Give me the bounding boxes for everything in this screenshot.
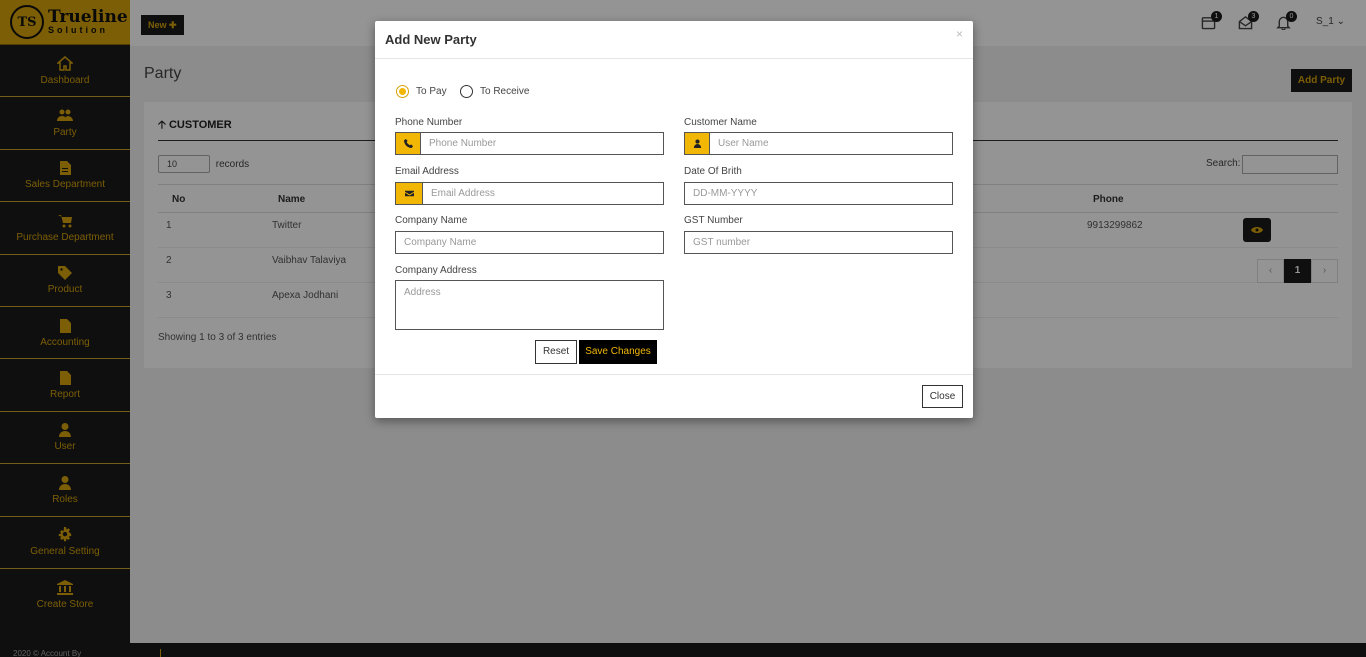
user-icon: [685, 133, 710, 154]
modal-title: Add New Party: [385, 32, 477, 47]
company-name-label: Company Name: [395, 215, 468, 226]
gst-label: GST Number: [684, 215, 743, 226]
radio-checked-icon: [396, 85, 409, 98]
add-party-modal: Add New Party × To Pay To Receive Phone …: [375, 21, 973, 418]
company-address-textarea[interactable]: Address: [395, 280, 664, 330]
close-button[interactable]: Close: [922, 385, 963, 408]
phone-label: Phone Number: [395, 117, 463, 128]
save-changes-button[interactable]: Save Changes: [579, 340, 657, 364]
dob-field[interactable]: DD-MM-YYYY: [684, 182, 953, 205]
close-icon[interactable]: ×: [956, 27, 963, 41]
email-label: Email Address: [395, 166, 459, 177]
radio-to-receive[interactable]: To Receive: [460, 85, 529, 98]
customer-name-field[interactable]: User Name: [684, 132, 953, 155]
radio-unchecked-icon: [460, 85, 473, 98]
dob-label: Date Of Brith: [684, 166, 742, 177]
phone-field[interactable]: Phone Number: [395, 132, 664, 155]
company-address-label: Company Address: [395, 265, 477, 276]
reset-button[interactable]: Reset: [535, 340, 577, 364]
email-field[interactable]: Email Address: [395, 182, 664, 205]
gst-field[interactable]: GST number: [684, 231, 953, 254]
company-name-field[interactable]: Company Name: [395, 231, 664, 254]
phone-icon: [396, 133, 421, 154]
customer-name-label: Customer Name: [684, 117, 757, 128]
radio-to-pay[interactable]: To Pay: [396, 85, 447, 98]
envelope-icon: [396, 183, 423, 204]
